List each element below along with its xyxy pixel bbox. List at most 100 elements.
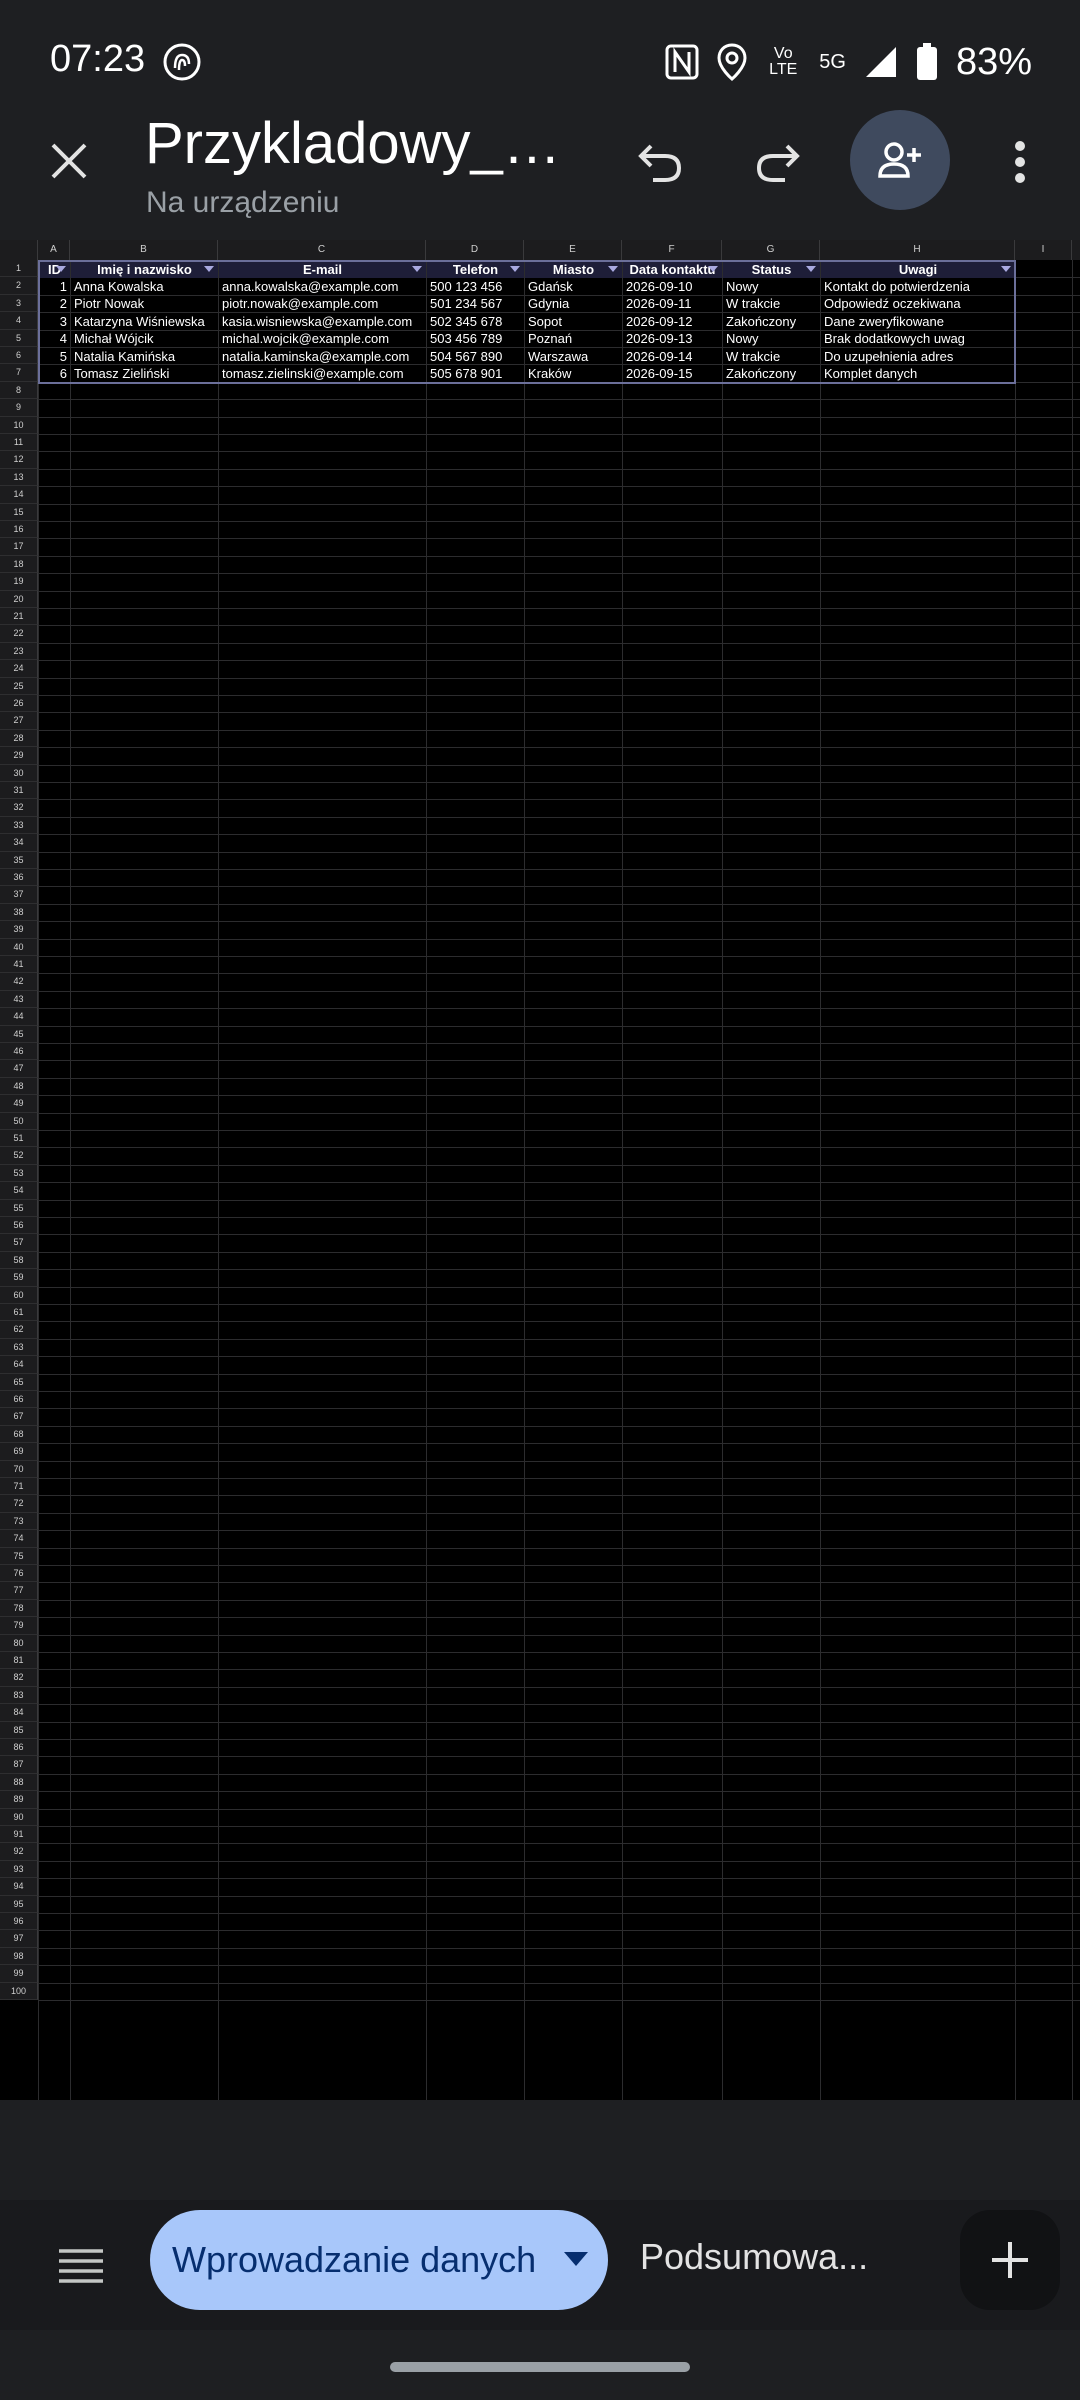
row-header[interactable]: 82	[0, 1669, 38, 1687]
row-header[interactable]: 64	[0, 1356, 38, 1374]
row-header[interactable]: 36	[0, 869, 38, 887]
all-sheets-button[interactable]	[48, 2232, 114, 2298]
table-cell[interactable]: Odpowiedź oczekiwana	[821, 295, 1015, 312]
table-cell[interactable]: Poznań	[525, 330, 622, 347]
row-header[interactable]: 85	[0, 1721, 38, 1739]
table-cell[interactable]: Warszawa	[525, 348, 622, 365]
filter-icon[interactable]	[56, 265, 66, 272]
row-header[interactable]: 53	[0, 1164, 38, 1183]
row-header[interactable]: 55	[0, 1199, 38, 1217]
share-button[interactable]	[850, 110, 950, 210]
row-header[interactable]: 37	[0, 886, 38, 904]
row-header[interactable]: 70	[0, 1460, 38, 1478]
row-header[interactable]: 73	[0, 1512, 38, 1531]
table-cell[interactable]: Katarzyna Wiśniewska	[71, 313, 218, 330]
table-cell[interactable]: anna.kowalska@example.com	[219, 278, 426, 295]
table-cell[interactable]: michal.wojcik@example.com	[219, 330, 426, 347]
row-header[interactable]: 13	[0, 468, 38, 487]
row-header[interactable]: 29	[0, 747, 38, 765]
more-options-button[interactable]	[995, 132, 1045, 192]
row-header[interactable]: 31	[0, 782, 38, 800]
row-header[interactable]: 88	[0, 1773, 38, 1792]
row-header[interactable]: 45	[0, 1025, 38, 1043]
row-header[interactable]: 26	[0, 695, 38, 713]
row-header[interactable]: 93	[0, 1860, 38, 1879]
row-header[interactable]: 97	[0, 1930, 38, 1948]
column-header-h[interactable]: H	[820, 240, 1015, 260]
table-cell[interactable]: Gdynia	[525, 295, 622, 312]
row-header[interactable]: 9	[0, 399, 38, 417]
table-cell[interactable]: 503 456 789	[427, 330, 524, 347]
row-header[interactable]: 68	[0, 1425, 38, 1444]
row-header[interactable]: 58	[0, 1251, 38, 1270]
table-cell[interactable]: 2026-09-11	[623, 295, 722, 312]
filter-icon[interactable]	[412, 265, 422, 272]
row-header[interactable]: 43	[0, 990, 38, 1009]
row-header[interactable]: 75	[0, 1547, 38, 1565]
row-header[interactable]: 90	[0, 1808, 38, 1826]
table-cell[interactable]: Sopot	[525, 313, 622, 330]
row-header[interactable]: 23	[0, 642, 38, 661]
redo-button[interactable]	[748, 132, 808, 192]
row-header[interactable]: 51	[0, 1130, 38, 1148]
row-header[interactable]: 69	[0, 1443, 38, 1461]
table-cell[interactable]: 2026-09-14	[623, 348, 722, 365]
undo-button[interactable]	[630, 132, 690, 192]
row-header[interactable]: 18	[0, 555, 38, 574]
table-header-cell[interactable]: Imię i nazwisko	[71, 260, 218, 278]
row-header[interactable]: 8	[0, 381, 38, 400]
row-header[interactable]: 66	[0, 1391, 38, 1409]
row-header[interactable]: 52	[0, 1147, 38, 1165]
row-header[interactable]: 12	[0, 451, 38, 469]
row-header[interactable]: 33	[0, 816, 38, 835]
column-header-b[interactable]: B	[70, 240, 218, 260]
spreadsheet-grid[interactable]: ABCDEFGHI 1 2 3 4 5 6 7 8 9 10 11 12 13 14 15 16 17 18 19 2…	[0, 240, 1080, 2100]
table-cell[interactable]: Kontakt do potwierdzenia	[821, 278, 1015, 295]
row-header[interactable]: 34	[0, 834, 38, 852]
row-header[interactable]: 62	[0, 1321, 38, 1339]
row-header[interactable]: 39	[0, 921, 38, 939]
table-cell[interactable]: 2026-09-12	[623, 313, 722, 330]
table-cell[interactable]: Zakończony	[723, 365, 820, 382]
row-header[interactable]: 28	[0, 729, 38, 748]
filter-icon[interactable]	[1001, 265, 1011, 272]
row-header[interactable]: 61	[0, 1304, 38, 1322]
column-header-f[interactable]: F	[622, 240, 722, 260]
table-cell[interactable]: W trakcie	[723, 295, 820, 312]
row-header[interactable]: 76	[0, 1565, 38, 1583]
row-header[interactable]: 67	[0, 1408, 38, 1426]
table-header-cell[interactable]: E-mail	[219, 260, 426, 278]
table-cell[interactable]: Kraków	[525, 365, 622, 382]
table-cell[interactable]: 5	[39, 348, 70, 365]
row-header[interactable]: 16	[0, 521, 38, 539]
row-header[interactable]: 20	[0, 590, 38, 608]
close-button[interactable]	[38, 130, 100, 192]
row-header[interactable]: 19	[0, 573, 38, 591]
table-cell[interactable]: 2026-09-15	[623, 365, 722, 382]
table-header-cell[interactable]: Uwagi	[821, 260, 1015, 278]
table-cell[interactable]: Gdańsk	[525, 278, 622, 295]
row-header[interactable]: 56	[0, 1217, 38, 1235]
table-cell[interactable]: 2026-09-10	[623, 278, 722, 295]
row-header[interactable]: 87	[0, 1756, 38, 1774]
tab-wprowadzanie-danych[interactable]: Wprowadzanie danych	[150, 2210, 608, 2310]
row-header[interactable]: 72	[0, 1495, 38, 1513]
row-header[interactable]: 2	[0, 277, 38, 295]
row-header[interactable]: 4	[0, 312, 38, 330]
row-header[interactable]: 86	[0, 1739, 38, 1757]
row-header[interactable]: 22	[0, 625, 38, 643]
table-cell[interactable]: Piotr Nowak	[71, 295, 218, 312]
row-header[interactable]: 38	[0, 903, 38, 922]
row-header[interactable]: 71	[0, 1478, 38, 1496]
table-cell[interactable]: 504 567 890	[427, 348, 524, 365]
table-cell[interactable]: Komplet danych	[821, 365, 1015, 382]
row-header[interactable]: 15	[0, 503, 38, 521]
column-header-e[interactable]: E	[524, 240, 622, 260]
row-header[interactable]: 48	[0, 1077, 38, 1096]
row-header[interactable]: 7	[0, 364, 38, 382]
row-header[interactable]: 10	[0, 416, 38, 434]
row-header[interactable]: 11	[0, 434, 38, 452]
table-cell[interactable]: Michał Wójcik	[71, 330, 218, 347]
column-header-a[interactable]: A	[38, 240, 70, 260]
table-cell[interactable]: tomasz.zielinski@example.com	[219, 365, 426, 382]
